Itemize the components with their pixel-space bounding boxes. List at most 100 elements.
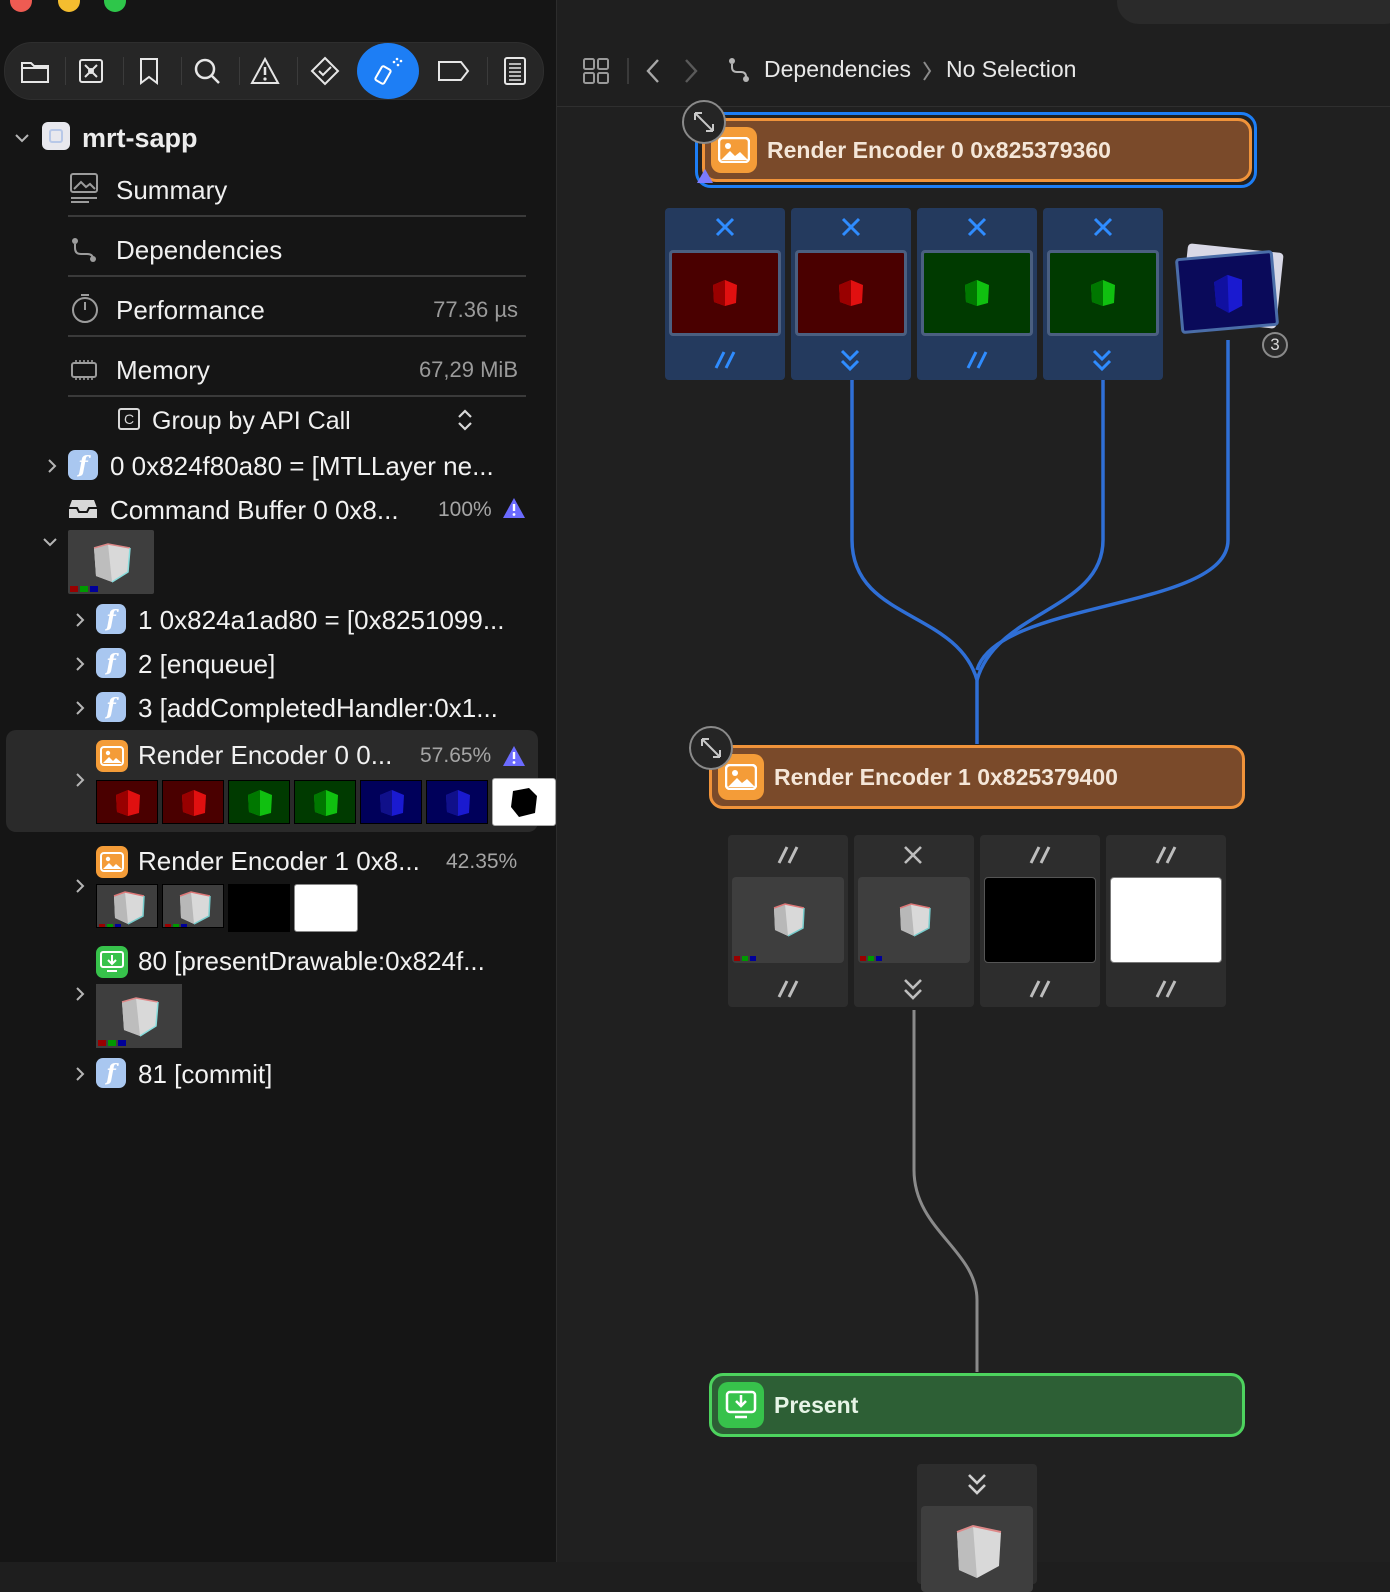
attachment-thumbnail[interactable] — [96, 780, 158, 824]
store-action-icon — [1153, 843, 1179, 872]
attachment-column[interactable] — [917, 208, 1037, 380]
section-performance[interactable]: Performance 77.36 µs — [0, 288, 556, 332]
section-summary[interactable]: Summary — [0, 168, 556, 212]
report-icon[interactable] — [491, 47, 539, 95]
attachment-thumbnail[interactable] — [228, 780, 290, 824]
present-output-column[interactable] — [917, 1464, 1037, 1592]
section-dependencies[interactable]: Dependencies — [0, 228, 556, 272]
node-render-encoder-0[interactable]: Render Encoder 0 0x825379360 — [702, 118, 1252, 182]
chevron-right-icon[interactable] — [72, 772, 88, 788]
section-label: Memory — [116, 354, 210, 385]
attachment-column[interactable] — [854, 835, 974, 1007]
attachment-preview[interactable] — [921, 250, 1033, 336]
attachment-preview[interactable] — [1110, 877, 1222, 963]
node-render-encoder-1[interactable]: Render Encoder 1 0x825379400 — [709, 745, 1245, 809]
edge-encoder1-to-present — [912, 1010, 979, 1372]
clear-action-icon — [839, 215, 863, 244]
source-control-icon[interactable] — [67, 47, 115, 95]
command-buffer-thumbnail[interactable] — [68, 530, 154, 594]
clear-action-icon — [965, 215, 989, 244]
store-action-icon — [1027, 843, 1053, 872]
test-diamond-icon[interactable] — [301, 47, 349, 95]
chevron-right-icon[interactable] — [72, 878, 88, 894]
collapse-node-button[interactable] — [682, 100, 726, 144]
command-buffer-percent: 100% — [438, 498, 492, 521]
performance-value: 77.36 µs — [433, 297, 518, 322]
tree-item-commit[interactable]: f 81 [commit] — [0, 1054, 556, 1094]
attachment-thumbnail[interactable] — [162, 884, 224, 928]
minimize-window-button[interactable] — [58, 0, 80, 12]
node-title: Render Encoder 1 0x825379400 — [774, 763, 1118, 790]
popup-chevrons-icon — [458, 409, 472, 431]
warning-icon[interactable] — [502, 497, 526, 519]
function-icon: f — [68, 450, 98, 480]
attachment-column[interactable] — [665, 208, 785, 380]
node-present[interactable]: Present — [709, 1373, 1245, 1437]
tree-item-label: 1 0x824a1ad80 = [0x8251099... — [138, 604, 505, 635]
load-action-icon — [1090, 348, 1114, 377]
warning-icon[interactable] — [502, 745, 526, 767]
attachment-column[interactable] — [791, 208, 911, 380]
attachment-preview[interactable] — [1047, 250, 1159, 336]
warning-icon[interactable] — [241, 47, 289, 95]
attachment-column[interactable] — [1106, 835, 1226, 1007]
function-icon: f — [96, 604, 126, 634]
store-action-icon — [1027, 977, 1053, 1006]
tree-item-label: 3 [addCompletedHandler:0x1... — [138, 692, 498, 723]
attachment-preview[interactable] — [669, 250, 781, 336]
attachment-preview[interactable] — [732, 877, 844, 963]
attachment-thumbnail[interactable] — [360, 780, 422, 824]
group-by-popup[interactable]: C Group by API Call — [0, 400, 556, 442]
store-action-icon — [964, 348, 990, 377]
depth-thumbnail[interactable] — [492, 778, 556, 826]
attachment-thumbnail[interactable] — [228, 884, 290, 932]
bookmark-icon[interactable] — [125, 47, 173, 95]
attachment-column[interactable] — [1043, 208, 1163, 380]
tree-item-mtllayer[interactable]: f 0 0x824f80a80 = [MTLLayer ne... — [0, 446, 556, 486]
folder-icon[interactable] — [11, 47, 59, 95]
chevron-right-icon[interactable] — [72, 1066, 88, 1082]
attachment-thumbnail[interactable] — [426, 780, 488, 824]
tree-item-command-buffer[interactable]: Command Buffer 0 0x8... 100% — [0, 490, 556, 530]
zoom-window-button[interactable] — [104, 0, 126, 12]
attachment-thumbnail[interactable] — [294, 780, 356, 824]
chevron-down-icon[interactable] — [42, 534, 58, 550]
chevron-right-icon[interactable] — [72, 986, 88, 1002]
attachment-column[interactable] — [980, 835, 1100, 1007]
section-label: Summary — [116, 174, 228, 205]
attachment-preview[interactable] — [795, 250, 907, 336]
present-thumbnail[interactable] — [96, 984, 182, 1048]
tree-item-2[interactable]: f 2 [enqueue] — [0, 644, 556, 684]
project-row[interactable]: mrt-sapp — [0, 120, 556, 156]
memory-value: 67,29 MiB — [418, 357, 518, 382]
chevron-right-icon[interactable] — [44, 458, 60, 474]
chevron-right-icon[interactable] — [72, 656, 88, 672]
chevron-right-icon[interactable] — [72, 700, 88, 716]
memory-chip-icon — [71, 360, 97, 380]
breakpoint-tag-icon[interactable] — [429, 47, 477, 95]
search-icon[interactable] — [183, 47, 231, 95]
attachment-preview[interactable] — [858, 877, 970, 963]
attachment-thumbnail[interactable] — [294, 884, 358, 932]
attachment-thumbnail[interactable] — [162, 780, 224, 824]
tree-item-label: Command Buffer 0 0x8... — [110, 494, 399, 525]
stacked-texture-card[interactable]: 3 — [1174, 243, 1288, 358]
attachment-preview[interactable] — [984, 877, 1096, 963]
clear-action-icon — [901, 843, 925, 872]
chevron-down-icon[interactable] — [14, 130, 30, 146]
present-drawable-icon — [96, 946, 128, 978]
tree-item-present[interactable]: 80 [presentDrawable:0x824f... — [138, 946, 485, 977]
chevron-right-icon[interactable] — [72, 612, 88, 628]
tree-item-label: 81 [commit] — [138, 1058, 273, 1089]
tree-item-1[interactable]: f 1 0x824a1ad80 = [0x8251099... — [0, 600, 556, 640]
attachment-column[interactable] — [728, 835, 848, 1007]
attachment-thumbnail[interactable] — [96, 884, 158, 928]
edge-encoder0-to-encoder1 — [975, 380, 1105, 681]
section-memory[interactable]: Memory 67,29 MiB — [0, 348, 556, 392]
debug-spray-icon[interactable] — [357, 43, 419, 99]
dependency-graph-editor: Dependencies No Selection Render Encoder… — [557, 0, 1390, 1592]
close-window-button[interactable] — [10, 0, 32, 12]
tree-item-3[interactable]: f 3 [addCompletedHandler:0x1... — [0, 688, 556, 728]
expand-node-button[interactable] — [689, 726, 733, 770]
command-buffer-icon — [69, 500, 97, 518]
